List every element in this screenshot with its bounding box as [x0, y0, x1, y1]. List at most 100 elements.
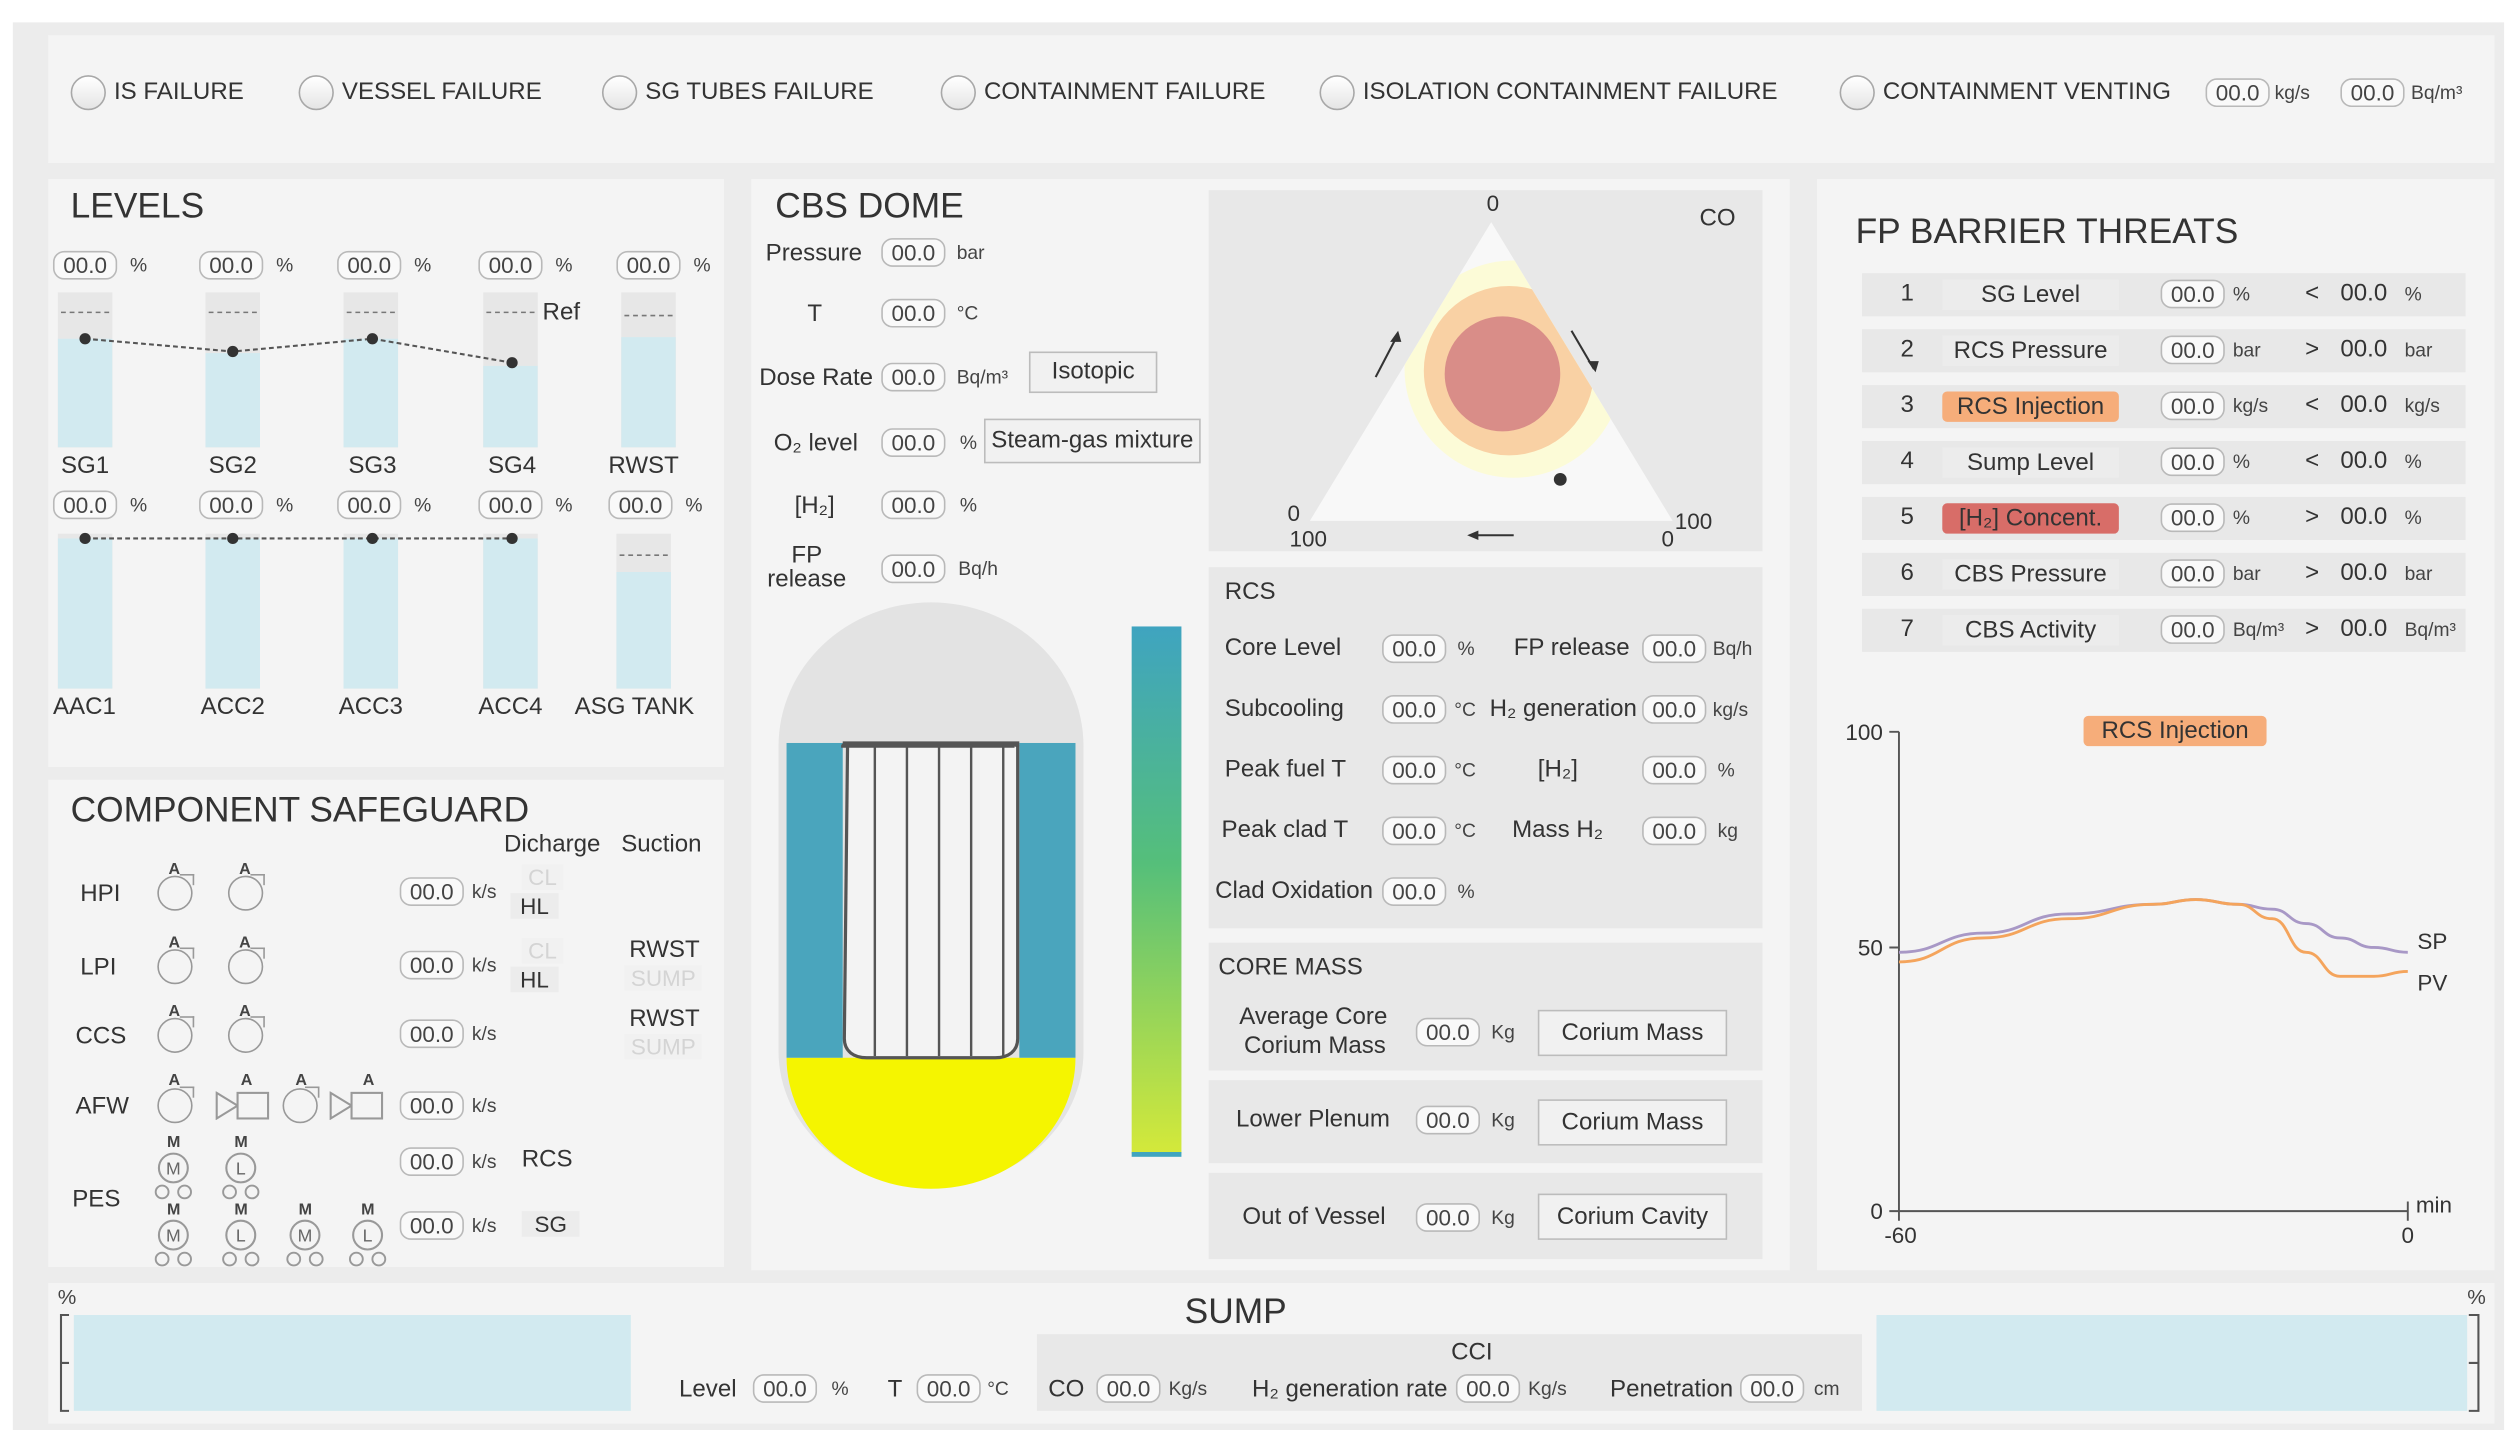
- isolation-containment-failure-radio[interactable]: [1319, 75, 1355, 111]
- afw-turbine-pump2-icon[interactable]: [329, 1091, 384, 1121]
- pes-motor-l1-icon[interactable]: L: [220, 1150, 262, 1201]
- mass-h2-value[interactable]: 00.0: [1642, 816, 1707, 846]
- threat-value[interactable]: 00.0: [2160, 559, 2225, 588]
- lpi-flow-value[interactable]: 00.0: [399, 950, 464, 980]
- pes-rcs-target: RCS: [521, 1145, 573, 1173]
- ternary-right-b-label: 0: [1662, 526, 1674, 551]
- cci-h2-rate-unit: Kg/s: [1528, 1377, 1567, 1400]
- pes-motor-m3-icon[interactable]: M: [284, 1218, 326, 1269]
- ccs-sump-option[interactable]: SUMP: [624, 1033, 703, 1060]
- corium-mass-button-1[interactable]: Corium Mass: [1537, 1009, 1728, 1057]
- ccs-pump1-icon[interactable]: [157, 1016, 195, 1053]
- threat-name[interactable]: Sump Level: [1942, 447, 2119, 478]
- venting-flow-value[interactable]: 00.0: [2205, 78, 2270, 108]
- out-of-vessel-value[interactable]: 00.0: [1415, 1203, 1480, 1232]
- venting-activity-value[interactable]: 00.0: [2340, 78, 2405, 108]
- sump-level-value[interactable]: 00.0: [752, 1374, 818, 1403]
- pes-m2-tag: M: [166, 1201, 181, 1220]
- corium-cavity-button[interactable]: Corium Cavity: [1537, 1193, 1728, 1240]
- lpi-sump-option[interactable]: SUMP: [624, 965, 703, 991]
- y-tick-100: 100: [1845, 720, 1882, 745]
- sump-right-scale: [2468, 1313, 2480, 1412]
- ccs-rwst-option[interactable]: RWST: [629, 1005, 699, 1034]
- ternary-left-b-label: 100: [1289, 526, 1326, 551]
- core-level-label: Core Level: [1224, 634, 1342, 662]
- threat-name[interactable]: SG Level: [1942, 279, 2119, 310]
- afw-flow-value[interactable]: 00.0: [399, 1091, 464, 1121]
- rcs-fp-release-label: FP release: [1513, 634, 1630, 662]
- sump-temp-label: T: [887, 1375, 903, 1403]
- cbs-h2-value[interactable]: 00.0: [881, 490, 946, 520]
- venting-flow-unit: kg/s: [2274, 81, 2310, 104]
- ccs-flow-value[interactable]: 00.0: [399, 1019, 464, 1049]
- threat-value[interactable]: 00.0: [2160, 391, 2225, 421]
- rcs-h2-value[interactable]: 00.0: [1642, 755, 1707, 785]
- cbs-fp-value[interactable]: 00.0: [881, 554, 946, 584]
- threat-limit: 00.0: [2340, 447, 2388, 475]
- lpi-cl-option[interactable]: CL: [521, 937, 564, 964]
- acc2-label: ACC2: [200, 693, 265, 721]
- corium-mass-button-2[interactable]: Corium Mass: [1537, 1099, 1728, 1146]
- avg-core-value[interactable]: 00.0: [1415, 1017, 1480, 1047]
- afw-pump2-icon[interactable]: [282, 1086, 320, 1124]
- containment-failure-radio[interactable]: [940, 75, 976, 111]
- hpi-cl-option[interactable]: CL: [521, 864, 564, 890]
- pes-motor-l2-icon[interactable]: L: [220, 1218, 262, 1269]
- clad-oxidation-value[interactable]: 00.0: [1382, 877, 1447, 906]
- acc3-label: ACC3: [338, 693, 403, 721]
- subcooling-value[interactable]: 00.0: [1382, 695, 1447, 724]
- threat-unit: bar: [2232, 338, 2261, 362]
- h2-generation-value[interactable]: 00.0: [1642, 695, 1707, 724]
- cbs-o2-value[interactable]: 00.0: [881, 428, 946, 457]
- cci-h2-rate-value[interactable]: 00.0: [1455, 1374, 1521, 1403]
- sump-temp-value[interactable]: 00.0: [916, 1374, 981, 1403]
- threat-value[interactable]: 00.0: [2160, 335, 2225, 365]
- pes-motor-m2-icon[interactable]: M: [152, 1218, 194, 1269]
- afw-turbine-pump1-icon[interactable]: [215, 1091, 270, 1121]
- threat-value[interactable]: 00.0: [2160, 279, 2225, 309]
- cbs-dome-title: CBS DOME: [775, 185, 964, 226]
- peak-fuel-value[interactable]: 00.0: [1382, 755, 1447, 785]
- hpi-pump2-icon[interactable]: [227, 873, 265, 911]
- threat-name[interactable]: RCS Pressure: [1942, 335, 2119, 366]
- threat-value[interactable]: 00.0: [2160, 447, 2225, 477]
- threat-name[interactable]: [H₂] Concent.: [1942, 503, 2119, 534]
- cci-co-value[interactable]: 00.0: [1096, 1374, 1161, 1403]
- lower-plenum-value[interactable]: 00.0: [1415, 1105, 1480, 1135]
- threat-limit: 00.0: [2340, 279, 2388, 307]
- pes-sg-flow-value[interactable]: 00.0: [399, 1211, 464, 1240]
- isotopic-button[interactable]: Isotopic: [1028, 351, 1158, 394]
- cbs-dose-value[interactable]: 00.0: [881, 362, 946, 392]
- threat-name[interactable]: CBS Activity: [1942, 615, 2119, 646]
- afw-pump1-icon[interactable]: [157, 1086, 195, 1124]
- threat-value[interactable]: 00.0: [2160, 503, 2225, 533]
- core-level-value[interactable]: 00.0: [1382, 634, 1447, 664]
- lpi-hl-option[interactable]: HL: [510, 966, 559, 993]
- pes-motor-l3-icon[interactable]: L: [347, 1218, 389, 1269]
- hpi-pump1-icon[interactable]: [157, 873, 195, 911]
- cbs-pressure-value[interactable]: 00.0: [881, 238, 946, 267]
- peak-clad-value[interactable]: 00.0: [1382, 816, 1447, 846]
- hpi-hl-option[interactable]: HL: [510, 893, 559, 919]
- rcs-fp-release-value[interactable]: 00.0: [1642, 634, 1707, 664]
- core-level-unit: %: [1457, 637, 1475, 660]
- pes-rcs-flow-value[interactable]: 00.0: [399, 1147, 464, 1176]
- threat-value[interactable]: 00.0: [2160, 615, 2225, 644]
- threat-name[interactable]: RCS Injection: [1942, 391, 2119, 422]
- threat-name[interactable]: CBS Pressure: [1942, 559, 2119, 590]
- threat-number: 4: [1900, 447, 1914, 475]
- lpi-pump2-icon[interactable]: [227, 947, 265, 985]
- lpi-pump1-icon[interactable]: [157, 947, 195, 985]
- containment-venting-radio[interactable]: [1839, 75, 1875, 111]
- threat-row: 5 [H₂] Concent. 00.0% >00.0%: [1862, 496, 2466, 541]
- afw-turbine2-tag: A: [362, 1072, 375, 1090]
- threat-operator: <: [2305, 391, 2320, 419]
- clad-oxidation-unit: %: [1457, 880, 1475, 903]
- lpi-rwst-option[interactable]: RWST: [629, 936, 699, 965]
- steam-gas-mixture-button[interactable]: Steam-gas mixture: [983, 418, 1201, 464]
- ccs-pump2-icon[interactable]: [227, 1016, 265, 1053]
- cbs-temp-value[interactable]: 00.0: [881, 298, 946, 328]
- hpi-flow-value[interactable]: 00.0: [399, 877, 464, 906]
- cci-penetration-value[interactable]: 00.0: [1740, 1374, 1805, 1403]
- pes-motor-m1-icon[interactable]: M: [152, 1150, 194, 1201]
